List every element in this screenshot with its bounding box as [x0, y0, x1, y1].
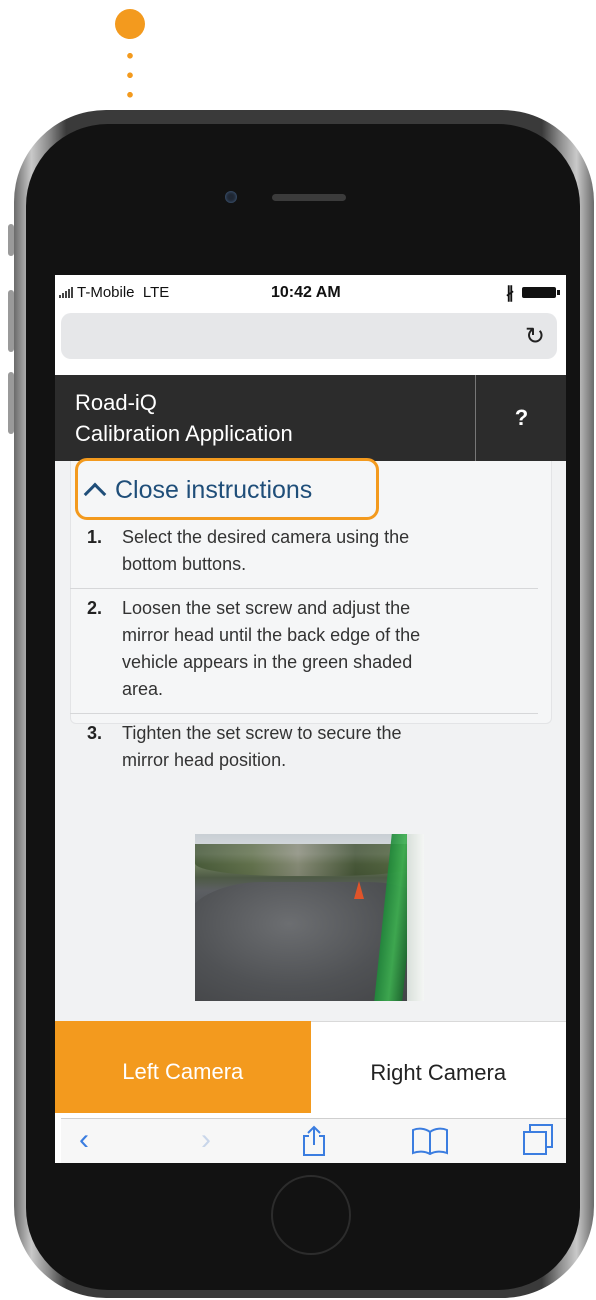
volume-up-button: [8, 290, 14, 352]
camera-preview-image: [195, 834, 424, 1001]
instruction-step: 3. Tighten the set screw to secure the m…: [70, 714, 538, 784]
volume-down-button: [8, 372, 14, 434]
back-icon[interactable]: ‹: [79, 1123, 89, 1157]
tabs-icon[interactable]: [521, 1123, 555, 1162]
step-text-line: vehicle appears in the green shaded: [122, 652, 413, 672]
signal-strength-icon: [59, 286, 73, 298]
app-title: Road-iQ Calibration Application: [75, 387, 293, 449]
vehicle-edge: [407, 834, 424, 1001]
step-text-line: area.: [122, 679, 164, 699]
traffic-cone: [354, 881, 364, 899]
status-bar: T-Mobile LTE 10:42 AM ∦: [55, 275, 566, 309]
bookmarks-icon[interactable]: [411, 1127, 449, 1160]
app-title-line1: Road-iQ: [75, 390, 157, 415]
earpiece-speaker: [272, 194, 346, 201]
left-camera-button[interactable]: Left Camera: [55, 1021, 311, 1113]
instruction-step: 1. Select the desired camera using the b…: [70, 518, 538, 589]
bluetooth-icon: ∦: [506, 285, 514, 302]
step-text-line: Loosen the set screw and adjust the: [122, 598, 411, 618]
step-number: 1.: [87, 527, 103, 547]
status-time: 10:42 AM: [271, 284, 341, 301]
reload-icon[interactable]: ↻: [525, 322, 545, 351]
help-button[interactable]: ?: [475, 375, 566, 461]
callout-highlight-box: [75, 458, 379, 520]
step-text-line: mirror head until the back edge of the: [122, 625, 421, 645]
network-label: LTE: [142, 284, 170, 301]
step-text-line: Select the desired camera using the: [122, 527, 410, 547]
front-camera: [225, 191, 237, 203]
share-icon[interactable]: [301, 1125, 327, 1162]
address-bar[interactable]: ↻: [61, 313, 557, 359]
app-title-line2: Calibration Application: [75, 421, 293, 446]
app-header: Road-iQ Calibration Application ?: [55, 375, 566, 461]
step-text-line: Tighten the set screw to secure the: [122, 723, 402, 743]
forward-icon[interactable]: ›: [201, 1123, 211, 1157]
camera-selector: Left Camera Right Camera: [55, 1021, 566, 1113]
browser-toolbar: ‹ ›: [61, 1118, 566, 1163]
battery-icon: [522, 287, 560, 298]
right-camera-button[interactable]: Right Camera: [310, 1021, 566, 1113]
step-number: 2.: [87, 598, 103, 618]
carrier-label: T-Mobile LTE: [77, 284, 170, 301]
step-text-line: bottom buttons.: [122, 554, 247, 574]
step-number: 3.: [87, 723, 103, 743]
instruction-steps: 1. Select the desired camera using the b…: [70, 518, 538, 784]
home-button[interactable]: [271, 1175, 351, 1255]
mute-switch: [8, 224, 14, 256]
callout-dot: [115, 9, 145, 39]
instruction-step: 2. Loosen the set screw and adjust the m…: [70, 589, 538, 714]
step-text-line: mirror head position.: [122, 750, 287, 770]
phone-screen: T-Mobile LTE 10:42 AM ∦ ↻ Road-iQ Calibr…: [55, 275, 566, 1163]
